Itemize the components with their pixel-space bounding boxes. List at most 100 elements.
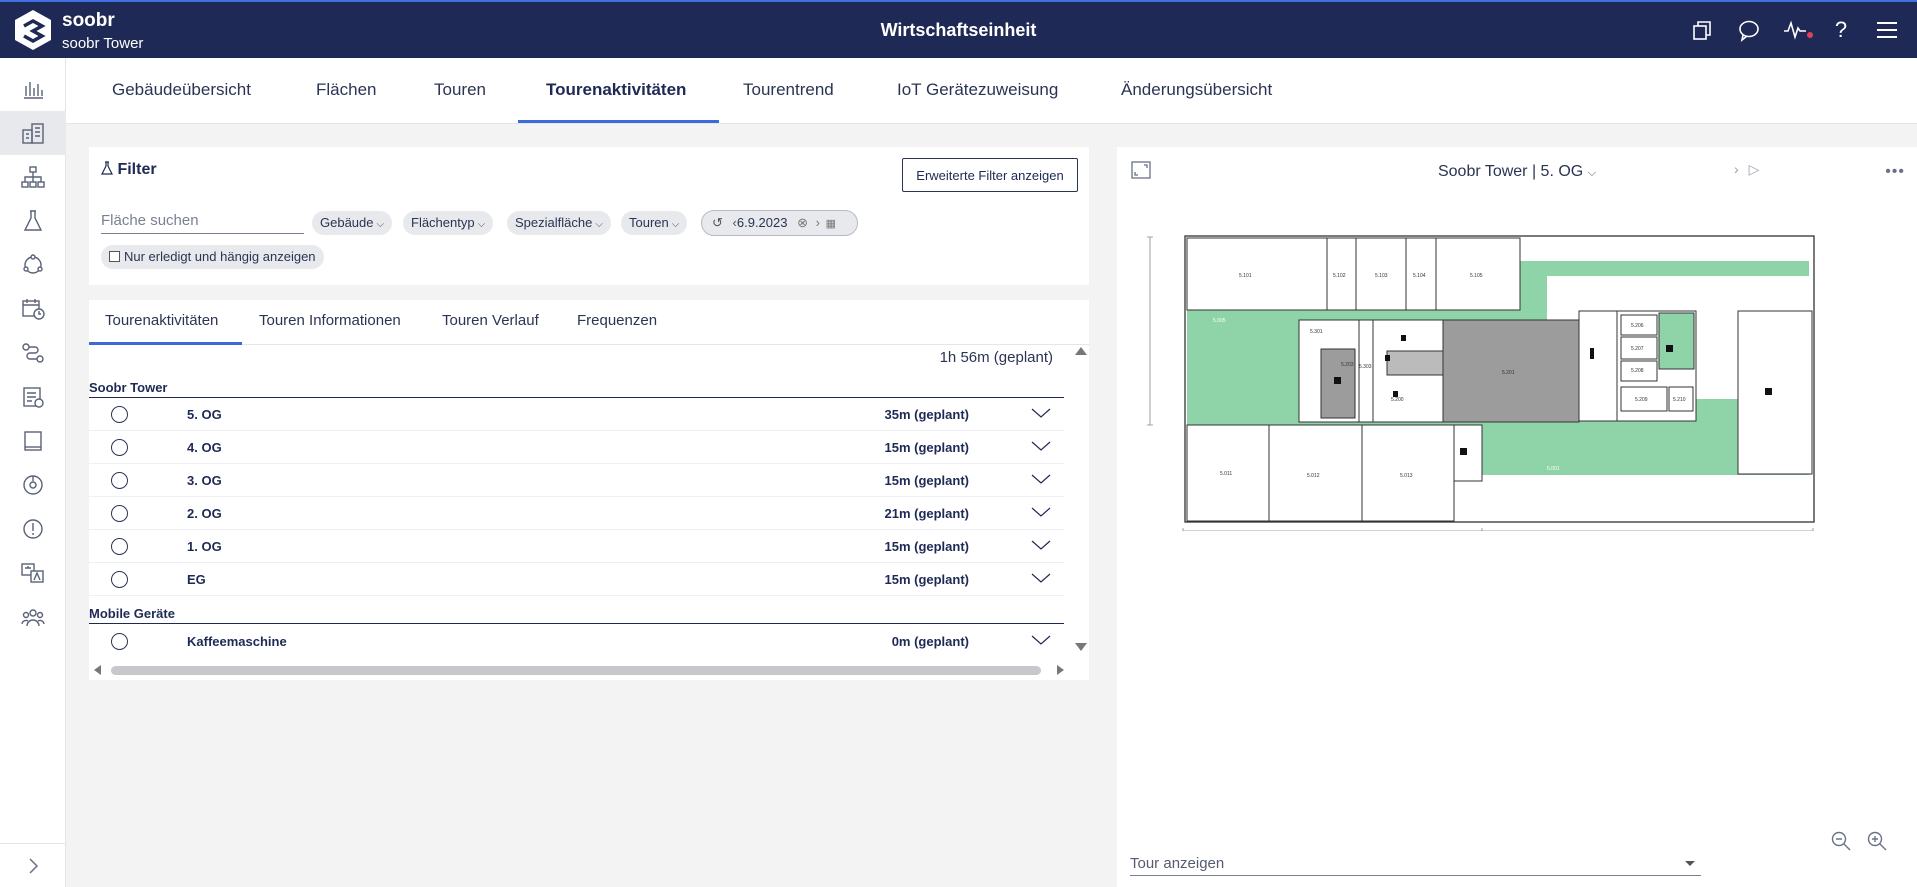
play-icon[interactable]: ▷ [1749, 161, 1760, 177]
table-row[interactable]: 2. OG 21m (geplant) [89, 497, 1064, 530]
group-header: Soobr Tower [89, 380, 1064, 398]
chevron-down-icon[interactable] [1030, 470, 1052, 488]
chevron-down-icon[interactable] [1030, 404, 1052, 422]
zoom-out-icon[interactable] [1830, 830, 1852, 852]
tours-filter-chip[interactable]: Touren ⌵ [621, 211, 688, 235]
table-row[interactable]: 1. OG 15m (geplant) [89, 530, 1064, 563]
calendar-icon[interactable]: ▦ [826, 218, 836, 230]
row-radio[interactable] [111, 439, 128, 456]
room-label: 5.101 [1239, 273, 1252, 279]
scrollbar-thumb[interactable] [111, 666, 1041, 675]
device-icon[interactable] [1334, 377, 1341, 384]
chat-icon[interactable] [1737, 18, 1761, 42]
table-row[interactable]: 4. OG 15m (geplant) [89, 431, 1064, 464]
room-5101[interactable] [1186, 237, 1328, 311]
tour-select-dropdown[interactable]: Tour anzeigen [1130, 855, 1701, 876]
table-row[interactable]: 3. OG 15m (geplant) [89, 464, 1064, 497]
tab-iot-geraetezuweisung[interactable]: IoT Gerätezuweisung [897, 80, 1058, 100]
area-search-input[interactable]: Fläche suchen [101, 212, 304, 234]
more-options-icon[interactable]: ••• [1885, 163, 1905, 181]
activity-icon[interactable] [1783, 18, 1813, 42]
table-row[interactable]: Kaffeemaschine 0m (geplant) [89, 625, 1064, 658]
rail-item-buildings[interactable] [0, 111, 66, 155]
inner-tab-touren-informationen[interactable]: Touren Informationen [259, 312, 401, 329]
chevron-down-icon[interactable] [1030, 437, 1052, 455]
chevron-down-icon[interactable] [1030, 536, 1052, 554]
inner-tab-frequenzen[interactable]: Frequenzen [577, 312, 657, 329]
history-icon[interactable]: ↺ [712, 215, 723, 230]
inner-tab-touren-verlauf[interactable]: Touren Verlauf [442, 312, 539, 329]
floor-plan[interactable]: 5.101 5.102 5.103 5.104 5.105 5.201 5.20… [1147, 225, 1902, 531]
scroll-left-arrow[interactable] [94, 665, 101, 675]
table-row[interactable]: 5. OG 35m (geplant) [89, 398, 1064, 431]
rail-item-routing[interactable] [0, 331, 66, 375]
scroll-up-arrow[interactable] [1075, 347, 1087, 355]
tab-tourenaktivitaeten[interactable]: Tourenaktivitäten [546, 80, 686, 100]
rail-item-checklist[interactable] [0, 375, 66, 419]
scroll-down-arrow[interactable] [1075, 643, 1087, 651]
copy-icon[interactable] [1691, 18, 1715, 42]
area-type-filter-chip[interactable]: Flächentyp ⌵ [403, 211, 494, 235]
rail-item-target[interactable] [0, 463, 66, 507]
kitchenette[interactable] [1453, 424, 1483, 482]
row-radio[interactable] [111, 571, 128, 588]
chevron-down-icon[interactable] [1030, 569, 1052, 587]
rail-expand-button[interactable] [0, 843, 66, 887]
clear-date-icon[interactable]: ⊗ [797, 215, 808, 230]
room-label: 5.005 [1213, 318, 1226, 324]
room-5303[interactable] [1358, 319, 1374, 423]
coffee-machine-icon[interactable] [1765, 388, 1772, 395]
advanced-filter-button[interactable]: Erweiterte Filter anzeigen [902, 158, 1078, 192]
page-title: Wirtschaftseinheit [880, 20, 1037, 40]
green-stairwell[interactable] [1658, 312, 1695, 370]
tab-touren[interactable]: Touren [434, 80, 486, 100]
row-name: 1. OG [187, 539, 222, 554]
special-area-filter-chip[interactable]: Spezialfläche ⌵ [507, 211, 611, 235]
chevron-down-icon: ⌵ [376, 219, 385, 230]
row-radio[interactable] [111, 472, 128, 489]
rail-item-team[interactable] [0, 595, 66, 639]
floor-selector[interactable]: Soobr Tower | 5. OG ⌵ [1117, 163, 1917, 181]
tab-gebaeudeuebersicht[interactable]: Gebäudeübersicht [112, 80, 251, 100]
next-date-icon[interactable]: › [816, 215, 820, 230]
horizontal-scrollbar[interactable] [89, 663, 1064, 677]
room-5203[interactable] [1578, 310, 1618, 422]
row-time: 0m (geplant) [891, 634, 969, 649]
table-row[interactable]: EG 15m (geplant) [89, 563, 1064, 596]
chevron-down-icon[interactable] [1030, 631, 1052, 649]
tab-tourentrend[interactable]: Tourentrend [743, 80, 834, 100]
chevron-down-icon[interactable] [1030, 503, 1052, 521]
rail-item-alerts[interactable] [0, 507, 66, 551]
rail-item-hierarchy[interactable] [0, 155, 66, 199]
rail-item-schedule[interactable] [0, 287, 66, 331]
help-icon[interactable]: ? [1829, 18, 1853, 42]
next-floor-icon[interactable]: › [1734, 161, 1739, 177]
coffee-machine-icon[interactable] [1460, 448, 1467, 455]
tab-flaechen[interactable]: Flächen [316, 80, 376, 100]
row-radio[interactable] [111, 538, 128, 555]
rail-item-cycle[interactable] [0, 243, 66, 287]
zoom-in-icon[interactable] [1866, 830, 1888, 852]
rail-item-translations[interactable] [0, 551, 66, 595]
done-pending-only-checkbox[interactable]: Nur erledigt und hängig anzeigen [101, 245, 324, 269]
menu-icon[interactable] [1875, 18, 1899, 42]
date-picker-chip[interactable]: ↺ ‹6.9.2023 ⊗ › ▦ [701, 210, 858, 236]
device-icon[interactable] [1666, 345, 1673, 352]
rail-item-lab[interactable] [0, 199, 66, 243]
rail-item-devices[interactable] [0, 419, 66, 463]
row-radio[interactable] [111, 406, 128, 423]
chevron-down-icon: ⌵ [595, 219, 603, 230]
floor-title: Soobr Tower | 5. OG [1437, 163, 1584, 180]
scroll-right-arrow[interactable] [1057, 665, 1064, 675]
row-radio[interactable] [111, 633, 128, 650]
alert-icon [23, 519, 43, 539]
shaft [1386, 350, 1444, 376]
room-label: 5.104 [1413, 273, 1426, 279]
rail-item-analytics[interactable] [0, 67, 66, 111]
building-filter-chip[interactable]: Gebäude ⌵ [312, 211, 393, 235]
inner-tab-tourenaktivitaeten[interactable]: Tourenaktivitäten [105, 312, 218, 329]
tab-aenderungsuebersicht[interactable]: Änderungsübersicht [1121, 80, 1272, 100]
row-radio[interactable] [111, 505, 128, 522]
room-5001[interactable] [1737, 310, 1813, 475]
caret-down-icon [1685, 861, 1695, 866]
